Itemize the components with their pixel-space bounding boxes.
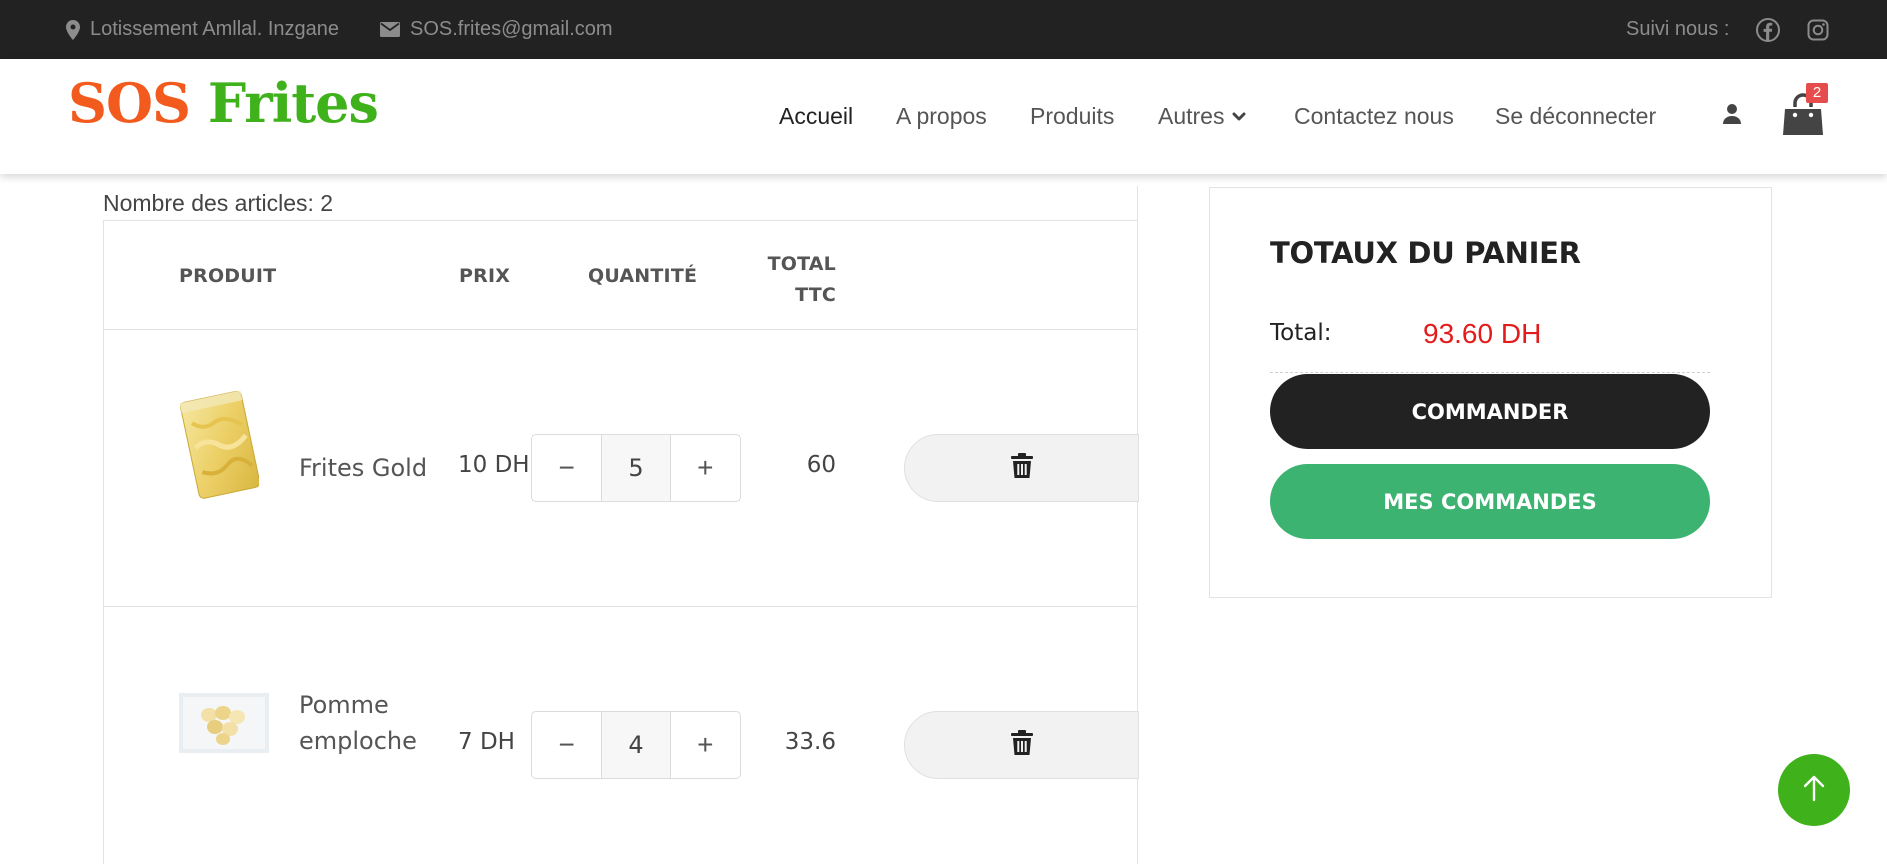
cart-totals-title: TOTAUX DU PANIER <box>1270 236 1581 270</box>
scroll-to-top-button[interactable] <box>1778 754 1850 826</box>
email-info[interactable]: SOS.frites@gmail.com <box>380 0 613 59</box>
nav-accueil[interactable]: Accueil <box>779 59 853 174</box>
product-image-pomme-emploche[interactable] <box>179 693 269 758</box>
table-row: Pomme emploche 7 DH − 4 + 33.6 <box>104 607 1139 864</box>
column-header-product: PRODUIT <box>179 265 277 287</box>
nav-autres[interactable]: Autres <box>1158 59 1246 174</box>
cart-table-header: PRODUIT PRIX QUANTITÉ TOTAL TTC <box>104 220 1137 330</box>
column-header-quantity: QUANTITÉ <box>588 265 698 287</box>
nav-produits[interactable]: Produits <box>1030 59 1114 174</box>
decrement-button[interactable]: − <box>532 435 601 501</box>
column-header-total-line2: TTC <box>795 284 836 306</box>
main-nav: Accueil A propos Produits Autres Contact… <box>0 59 1887 174</box>
top-info-bar: Lotissement Amllal. Inzgane SOS.frites@g… <box>0 0 1887 59</box>
line-total: 60 <box>806 452 836 478</box>
product-name-line2: emploche <box>299 727 417 755</box>
chevron-down-icon <box>1232 112 1246 122</box>
cart-count-badge: 2 <box>1806 83 1828 103</box>
line-total: 33.6 <box>784 729 836 755</box>
cart-item-count: Nombre des articles: 2 <box>103 190 334 216</box>
product-name-line1: Pomme <box>299 691 389 719</box>
quantity-stepper: − 5 + <box>531 434 741 502</box>
product-name[interactable]: Pomme emploche <box>299 687 417 759</box>
trash-icon <box>1010 452 1033 484</box>
nav-autres-label: Autres <box>1158 103 1225 129</box>
cart-totals-panel: TOTAUX DU PANIER Total: 93.60 DH COMMAND… <box>1209 187 1772 598</box>
quantity-stepper: − 4 + <box>531 711 741 779</box>
decrement-button[interactable]: − <box>532 712 601 778</box>
follow-label: Suivi nous : <box>1626 18 1730 40</box>
facebook-icon[interactable] <box>1756 0 1780 59</box>
product-price: 7 DH <box>458 729 515 755</box>
my-orders-button[interactable]: MES COMMANDES <box>1270 464 1710 539</box>
table-row: Frites Gold 10 DH − 5 + 60 <box>104 330 1139 607</box>
address-text: Lotissement Amllal. Inzgane <box>90 18 340 40</box>
divider <box>1137 186 1138 220</box>
delete-item-button[interactable] <box>904 711 1139 779</box>
total-label: Total: <box>1270 320 1332 346</box>
nav-se-deconnecter[interactable]: Se déconnecter <box>1495 59 1656 174</box>
cart-table: PRODUIT PRIX QUANTITÉ TOTAL TTC Frites G… <box>103 220 1139 864</box>
arrow-up-icon <box>1802 774 1826 807</box>
quantity-value[interactable]: 4 <box>601 712 671 778</box>
user-icon[interactable] <box>1722 103 1742 130</box>
order-button[interactable]: COMMANDER <box>1270 374 1710 449</box>
main-header: SOS Frites Accueil A propos Produits Aut… <box>0 59 1887 174</box>
instagram-icon[interactable] <box>1807 0 1829 59</box>
divider <box>1270 372 1710 373</box>
product-name[interactable]: Frites Gold <box>299 450 427 486</box>
column-header-total: TOTAL TTC <box>716 249 836 311</box>
envelope-icon <box>380 22 400 37</box>
column-header-price: PRIX <box>459 265 511 287</box>
nav-contactez-nous[interactable]: Contactez nous <box>1294 59 1454 174</box>
product-price: 10 DH <box>458 452 530 478</box>
total-amount: 93.60 DH <box>1423 318 1542 349</box>
quantity-value[interactable]: 5 <box>601 435 671 501</box>
column-header-total-line1: TOTAL <box>767 253 836 275</box>
delete-item-button[interactable] <box>904 434 1139 502</box>
trash-icon <box>1010 729 1033 761</box>
cart-button[interactable]: 2 <box>1782 83 1828 139</box>
nav-a-propos[interactable]: A propos <box>896 59 987 174</box>
email-text[interactable]: SOS.frites@gmail.com <box>410 18 613 41</box>
address-info: Lotissement Amllal. Inzgane <box>66 0 339 59</box>
map-marker-icon <box>66 19 80 40</box>
product-image-frites-gold[interactable] <box>179 388 261 505</box>
